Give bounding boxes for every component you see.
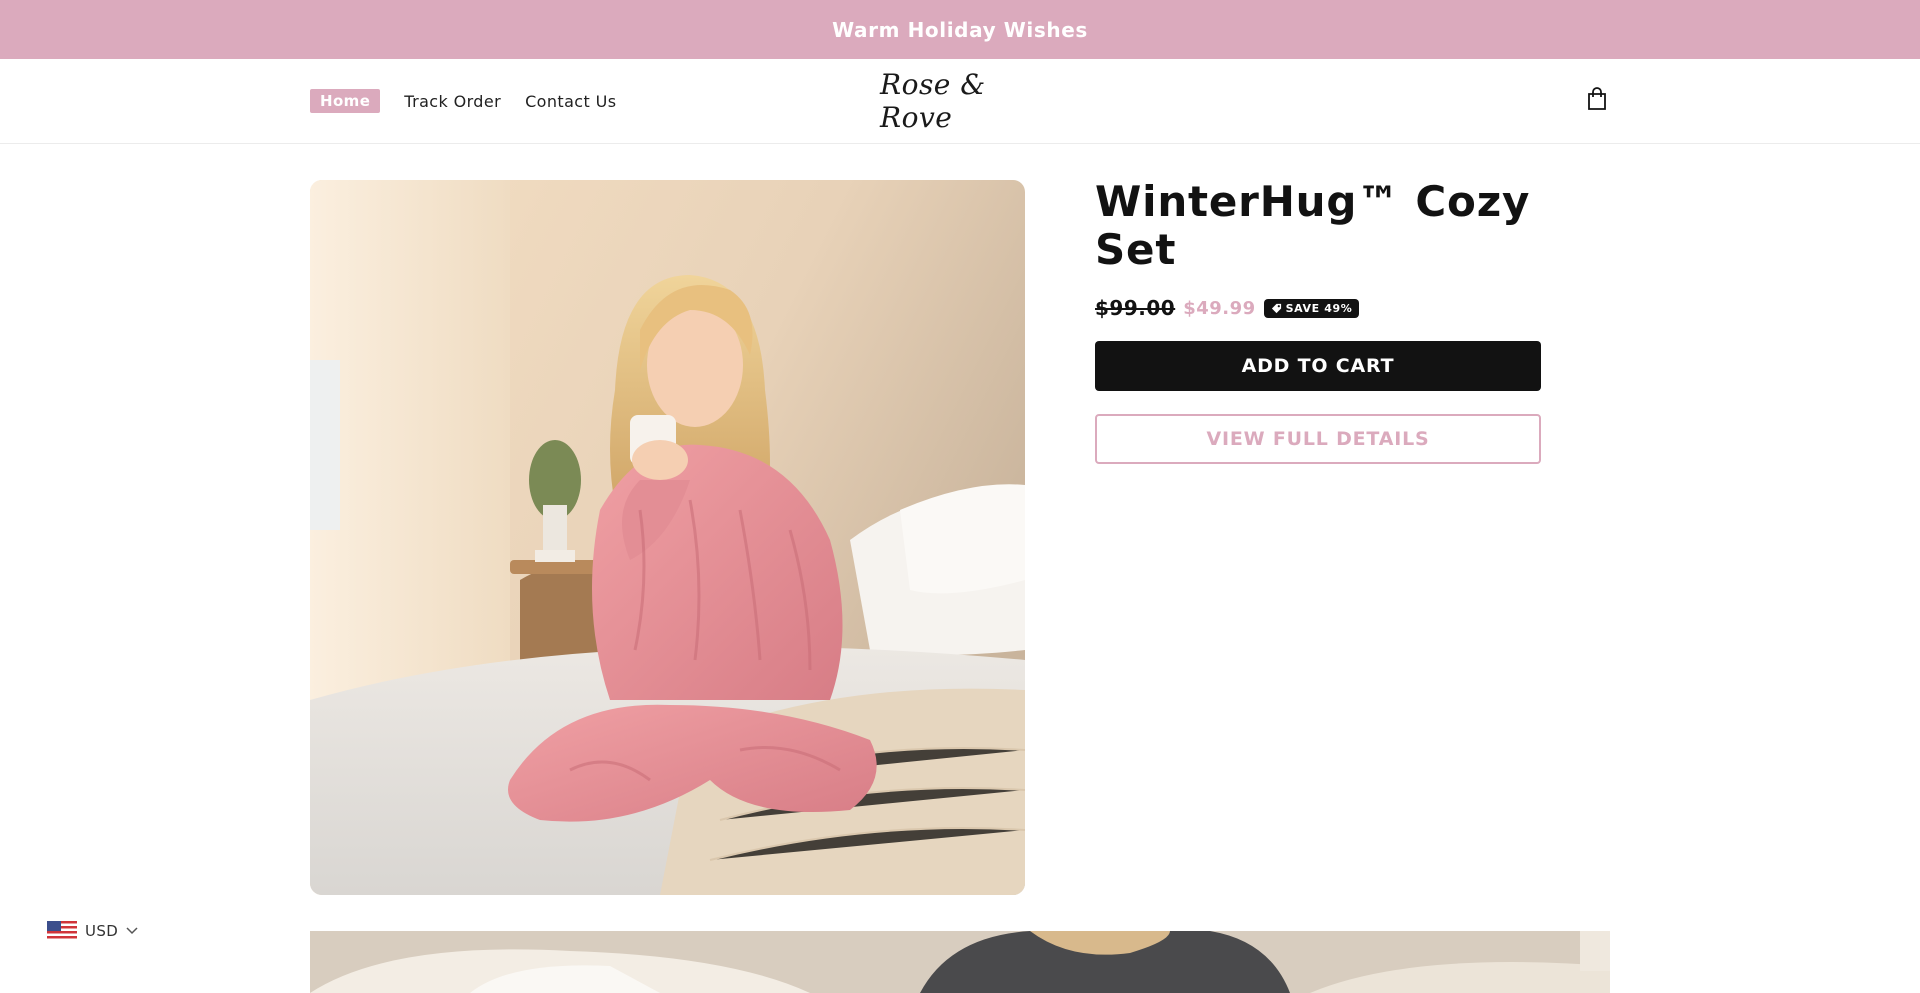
- announcement-bar: Warm Holiday Wishes: [0, 0, 1920, 59]
- product-info: WinterHug™ Cozy Set $99.00 $49.99 SAVE 4…: [1095, 178, 1545, 464]
- us-flag-icon: [47, 921, 77, 941]
- sale-price: $49.99: [1183, 297, 1256, 319]
- secondary-photo: [310, 931, 1610, 993]
- price-row: $99.00 $49.99 SAVE 49%: [1095, 296, 1545, 320]
- logo[interactable]: Rose & Rove: [880, 68, 1030, 134]
- tag-icon: [1271, 303, 1281, 313]
- compare-price: $99.00: [1095, 296, 1176, 320]
- chevron-down-icon: [126, 927, 138, 935]
- nav-contact-us[interactable]: Contact Us: [525, 92, 616, 111]
- site-header: Home Track Order Contact Us Rose & Rove: [0, 59, 1920, 144]
- logo-text: Rose & Rove: [880, 68, 986, 134]
- currency-selector[interactable]: USD: [47, 921, 138, 941]
- cart-button[interactable]: [1586, 87, 1612, 115]
- currency-code: USD: [85, 922, 119, 940]
- product-secondary-image[interactable]: [310, 931, 1610, 993]
- save-badge: SAVE 49%: [1263, 298, 1360, 318]
- nav-home[interactable]: Home: [310, 89, 381, 113]
- announcement-text: Warm Holiday Wishes: [832, 17, 1088, 42]
- view-full-details-button[interactable]: VIEW FULL DETAILS: [1095, 414, 1541, 464]
- main-nav: Home Track Order Contact Us: [310, 89, 616, 113]
- product-photo: [310, 180, 1025, 895]
- shopping-bag-icon: [1588, 87, 1606, 110]
- add-to-cart-button[interactable]: ADD TO CART: [1095, 341, 1541, 391]
- product-main-image[interactable]: [310, 180, 1025, 895]
- product-title: WinterHug™ Cozy Set: [1095, 177, 1531, 274]
- nav-track-order[interactable]: Track Order: [404, 92, 501, 111]
- save-badge-label: SAVE 49%: [1285, 301, 1353, 315]
